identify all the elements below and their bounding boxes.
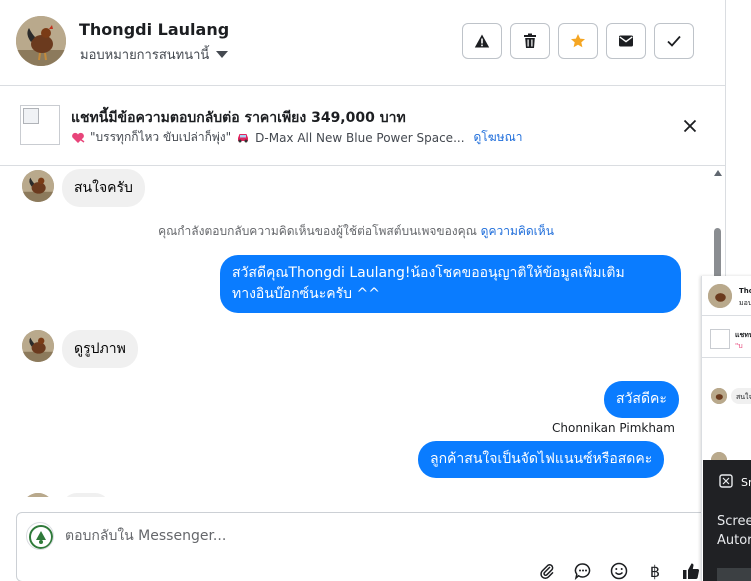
comment-reply-notice: คุณกำลังตอบกลับความคิดเห็นของผู้ใช้ต่อโพ…: [0, 222, 712, 241]
delete-button[interactable]: [510, 23, 550, 59]
screenshot-notification-toast[interactable]: Sn Scree Autor: [703, 460, 751, 581]
mark-done-button[interactable]: [654, 23, 694, 59]
warning-icon: [474, 34, 490, 48]
sender-name: Chonnikan Pimkham: [552, 421, 675, 435]
message-line: ทางอินบ๊อกซ์นะครับ ^^: [232, 286, 380, 302]
caret-down-icon: [216, 51, 229, 58]
checkmark-icon: [667, 35, 681, 47]
ad-thumbnail[interactable]: [20, 105, 60, 145]
saved-replies-button[interactable]: [573, 561, 593, 581]
conversation-panel: Thongdi Laulang มอบหมายการสนทนานี้ แชทนี…: [0, 0, 726, 581]
chat-bubble-icon: [574, 563, 591, 580]
scroll-up-arrow-icon[interactable]: [714, 170, 722, 176]
payment-button[interactable]: ฿: [645, 561, 665, 581]
mini-contact-name: Thon: [739, 287, 751, 295]
emoji-button[interactable]: [609, 561, 629, 581]
star-button[interactable]: [558, 23, 598, 59]
attach-file-button[interactable]: [537, 561, 557, 581]
close-icon: [683, 119, 697, 133]
broken-image-icon: [23, 108, 39, 124]
incoming-message[interactable]: [62, 493, 110, 497]
contact-avatar-small[interactable]: [22, 330, 54, 362]
mini-incoming-message: สนใจ: [731, 388, 751, 404]
trash-icon: [524, 33, 536, 48]
mini-ad-title: แชทน: [735, 331, 751, 339]
ad-snippet-line: "บรรทุกก็ไหว ขับเปล่าก็พุ่ง" D-Max All N…: [71, 128, 522, 147]
message-composer: ฿: [16, 512, 716, 581]
contact-avatar-small[interactable]: [22, 493, 54, 497]
report-spam-button[interactable]: [462, 23, 502, 59]
mini-assign-label: มอบ: [739, 299, 751, 307]
assign-label: มอบหมายการสนทนานี้: [80, 48, 210, 63]
star-icon: [571, 34, 585, 48]
car-icon: [238, 134, 249, 143]
like-button[interactable]: [681, 561, 701, 581]
contact-name: Thongdi Laulang: [79, 20, 230, 39]
toast-action-button[interactable]: [717, 568, 751, 581]
assign-conversation-dropdown[interactable]: มอบหมายการสนทนานี้: [80, 44, 229, 65]
conversation-header: Thongdi Laulang มอบหมายการสนทนานี้: [0, 0, 726, 86]
mini-message-text: สนใจ: [736, 393, 751, 401]
smiley-icon: [610, 562, 628, 580]
thumbs-up-icon: [683, 563, 700, 580]
incoming-message[interactable]: ดูรูปภาพ: [62, 330, 138, 368]
outgoing-message[interactable]: สวัสดีคุณThongdi Laulang!น้องโชคขออนุญาต…: [220, 255, 681, 313]
ad-snippet: "บรรทุกก็ไหว ขับเปล่าก็พุ่ง": [90, 130, 232, 144]
mini-header: Thon มอบ: [702, 276, 751, 316]
mark-unread-button[interactable]: [606, 23, 646, 59]
ad-context-bar: แชทนี้มีข้อความตอบกลับต่อ ราคาเพียง 349,…: [0, 86, 726, 166]
message-thread: สนใจครับ คุณกำลังตอบกลับความคิดเห็นของผู…: [0, 167, 712, 497]
message-line: สวัสดีคุณThongdi Laulang!น้องโชคขออนุญาต…: [232, 265, 625, 281]
contact-avatar-small: [708, 284, 732, 308]
reply-input[interactable]: [65, 525, 665, 547]
incoming-message[interactable]: สนใจครับ: [62, 169, 145, 207]
outgoing-message[interactable]: สวัสดีคะ: [604, 381, 679, 418]
mini-ad-bar: แชทน "บ: [702, 316, 751, 358]
contact-avatar[interactable]: [16, 16, 66, 66]
view-ad-link[interactable]: ดูโฆษณา: [474, 128, 523, 147]
toast-line: Autor: [717, 533, 751, 548]
contact-avatar-small[interactable]: [22, 170, 54, 202]
toast-body: Scree Autor: [717, 512, 751, 550]
outgoing-message[interactable]: ลูกค้าสนใจเป็นจัดไฟแนนซ์หรือสดคะ: [418, 441, 665, 478]
paperclip-icon: [540, 564, 554, 579]
ad-title: แชทนี้มีข้อความตอบกลับต่อ ราคาเพียง 349,…: [71, 110, 406, 126]
notice-text: คุณกำลังตอบกลับความคิดเห็นของผู้ใช้ต่อโพ…: [158, 224, 477, 238]
toast-line: Scree: [717, 514, 751, 529]
mini-ad-snippet: "บ: [735, 342, 743, 350]
snipping-tool-icon: [719, 474, 733, 488]
heart-ribbon-icon: [72, 132, 85, 143]
mini-ad-thumbnail: [710, 329, 730, 349]
baht-icon: ฿: [649, 561, 661, 581]
toast-app-name: Sn: [741, 476, 751, 489]
close-ad-bar-button[interactable]: [680, 116, 700, 136]
envelope-icon: [619, 35, 633, 47]
ad-car-text: D-Max All New Blue Power Space...: [255, 130, 465, 145]
page-avatar: [26, 522, 54, 550]
contact-avatar-small: [711, 388, 727, 404]
view-comment-link[interactable]: ดูความคิดเห็น: [481, 224, 554, 238]
